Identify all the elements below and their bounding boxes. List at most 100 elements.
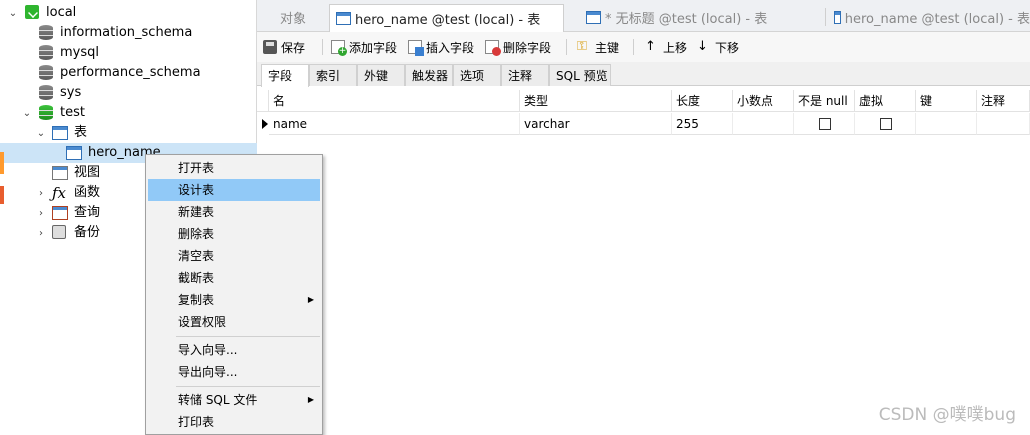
database-icon (39, 105, 55, 121)
submenu-arrow-icon: ▶ (307, 395, 314, 404)
menu-item-delete-table[interactable]: 删除表 (148, 223, 320, 245)
menu-item-new-table[interactable]: 新建表 (148, 201, 320, 223)
menu-item-empty-table[interactable]: 清空表 (148, 245, 320, 267)
arrow-up-icon: ↑ (645, 39, 656, 54)
navicat-window: ⌄ local information_schema mysql perform… (0, 0, 1030, 435)
menu-item-set-permissions[interactable]: 设置权限 (148, 311, 320, 333)
move-up-label: 上移 (663, 40, 688, 55)
chevron-right-icon[interactable]: › (36, 223, 46, 243)
key-icon: ⚿ (577, 39, 587, 54)
database-label: test (60, 105, 85, 120)
design-toolbar: 保存 + 添加字段 插入字段 删除字段 ⚿ 主键 ↑ 上移 ↓ 下移 (257, 32, 1030, 62)
tab-objects[interactable]: 对象 (257, 4, 329, 31)
cell-key[interactable] (916, 113, 977, 135)
cell-decimals[interactable] (733, 113, 794, 135)
add-field-button[interactable]: + 添加字段 (331, 37, 397, 57)
cell-name[interactable]: name (269, 113, 520, 135)
tab-untitled-table[interactable]: * 无标题 @test (local) - 表 (582, 4, 817, 31)
tables-label: 表 (74, 125, 88, 140)
tab-label: hero_name @test (local) - 表 (844, 12, 1030, 27)
cell-comment[interactable] (977, 113, 1030, 135)
chevron-down-icon[interactable]: ⌄ (22, 103, 32, 123)
move-up-button[interactable]: ↑ 上移 (645, 37, 687, 57)
subtab-indexes[interactable]: 索引 (309, 64, 357, 86)
menu-item-copy-table[interactable]: 复制表 ▶ (148, 289, 320, 311)
menu-item-import-wizard[interactable]: 导入向导... (148, 339, 320, 361)
column-header-not-null[interactable]: 不是 null (794, 90, 855, 112)
tree-connection-local[interactable]: ⌄ local (0, 3, 257, 23)
tree-db-performance-schema[interactable]: performance_schema (0, 63, 257, 83)
tab-hero-name-design[interactable]: hero_name @test (local) - 表 (329, 4, 564, 32)
menu-item-print-table[interactable]: 打印表 (148, 411, 320, 433)
menu-separator (176, 336, 320, 337)
menu-item-dump-sql[interactable]: 转储 SQL 文件 ▶ (148, 389, 320, 411)
table-icon (66, 145, 82, 161)
save-button[interactable]: 保存 (263, 37, 305, 57)
views-label: 视图 (74, 165, 101, 180)
subtab-foreign-keys[interactable]: 外键 (357, 64, 405, 86)
column-header-comment[interactable]: 注释 (977, 90, 1030, 112)
primary-key-button[interactable]: ⚿ 主键 (577, 37, 619, 57)
menu-item-design-table[interactable]: 设计表 (148, 179, 320, 201)
table-design-icon (336, 12, 351, 25)
tab-hero-name-data[interactable]: hero_name @test (local) - 表 (832, 4, 1030, 31)
chevron-down-icon[interactable]: ⌄ (36, 123, 46, 143)
column-header-name[interactable]: 名 (269, 90, 520, 112)
document-tabs: 对象 hero_name @test (local) - 表 * 无标题 @te… (257, 0, 1030, 32)
chevron-right-icon[interactable]: › (36, 183, 46, 203)
column-header-decimals[interactable]: 小数点 (733, 90, 794, 112)
tree-tables-folder[interactable]: ⌄ 表 (0, 123, 257, 143)
connection-label: local (46, 5, 77, 20)
queries-label: 查询 (74, 205, 101, 220)
subtab-options[interactable]: 选项 (453, 64, 501, 86)
tab-label: * 无标题 @test (local) - 表 (605, 12, 768, 27)
connection-icon (25, 5, 41, 21)
table-context-menu: 打开表 设计表 新建表 删除表 清空表 截断表 复制表 ▶ 设置权限 导入向导.… (145, 154, 323, 435)
query-icon (52, 205, 68, 221)
view-icon (52, 165, 68, 181)
toolbar-divider (322, 39, 323, 55)
database-icon (39, 45, 55, 61)
primary-key-label: 主键 (595, 40, 620, 55)
submenu-arrow-icon: ▶ (307, 295, 314, 304)
backups-label: 备份 (74, 225, 101, 240)
database-icon (39, 65, 55, 81)
tab-divider (825, 8, 826, 26)
move-down-button[interactable]: ↓ 下移 (697, 37, 739, 57)
delete-field-label: 删除字段 (503, 40, 552, 55)
tab-label: hero_name @test (local) - 表 (355, 13, 541, 28)
subtab-triggers[interactable]: 触发器 (405, 64, 453, 86)
menu-item-open-table[interactable]: 打开表 (148, 157, 320, 179)
column-header-key[interactable]: 键 (916, 90, 977, 112)
chevron-right-icon[interactable]: › (36, 203, 46, 223)
column-header-length[interactable]: 长度 (672, 90, 733, 112)
insert-field-icon (408, 40, 424, 56)
design-subtabs: 字段 索引 外键 触发器 选项 注释 SQL 预览 (257, 62, 1030, 87)
subtab-fields[interactable]: 字段 (261, 64, 309, 87)
virtual-checkbox[interactable] (880, 118, 892, 130)
tree-db-information-schema[interactable]: information_schema (0, 23, 257, 43)
delete-field-button[interactable]: 删除字段 (485, 37, 551, 57)
chevron-down-icon[interactable]: ⌄ (8, 3, 18, 23)
menu-item-export-wizard[interactable]: 导出向导... (148, 361, 320, 383)
tree-db-sys[interactable]: sys (0, 83, 257, 103)
table-icon (834, 11, 841, 24)
menu-item-truncate-table[interactable]: 截断表 (148, 267, 320, 289)
fields-grid: 名 类型 长度 小数点 不是 null 虚拟 键 注释 name varchar… (257, 90, 1030, 435)
not-null-checkbox[interactable] (819, 118, 831, 130)
table-design-icon (586, 11, 601, 24)
insert-field-button[interactable]: 插入字段 (408, 37, 474, 57)
cell-type[interactable]: varchar (520, 113, 672, 135)
cell-length[interactable]: 255 (672, 113, 733, 135)
left-edge-marker (0, 152, 4, 174)
tree-db-test[interactable]: ⌄ test (0, 103, 257, 123)
subtab-comment[interactable]: 注释 (501, 64, 549, 86)
subtab-sql-preview[interactable]: SQL 预览 (549, 64, 611, 86)
function-icon: ƒx (52, 184, 67, 202)
tree-db-mysql[interactable]: mysql (0, 43, 257, 63)
delete-field-icon (485, 40, 501, 56)
current-row-indicator (262, 119, 268, 129)
column-header-type[interactable]: 类型 (520, 90, 672, 112)
column-header-virtual[interactable]: 虚拟 (855, 90, 916, 112)
database-label: sys (60, 85, 82, 100)
